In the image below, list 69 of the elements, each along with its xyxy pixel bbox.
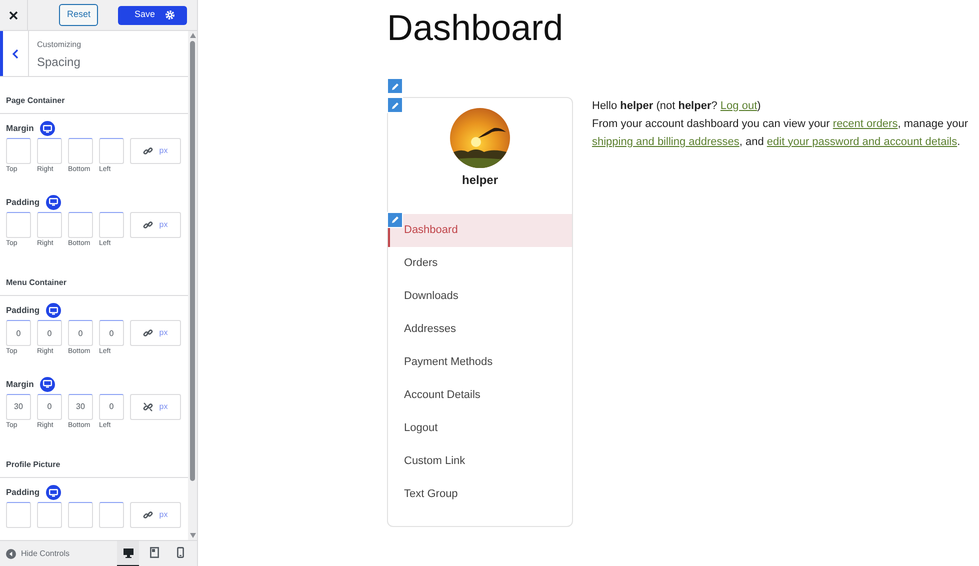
field-group-label: Padding [6, 304, 40, 317]
spacing-input[interactable]: 0 [6, 320, 31, 346]
reset-button[interactable]: Reset [58, 4, 98, 26]
menu-item[interactable]: Addresses [388, 312, 572, 346]
collapse-icon [6, 548, 16, 558]
field-group-label: Padding [6, 486, 40, 499]
device-toggle-icon[interactable] [46, 485, 61, 500]
paragraph-text: From your account dashboard you can view your recent orders, manage your shipping and billing addresses, and edit your password and account details. [592, 116, 970, 150]
device-toggle-icon[interactable] [40, 121, 55, 136]
spacing-input[interactable]: 0 [37, 320, 62, 346]
link-icon [143, 146, 154, 156]
edit-icon[interactable] [387, 78, 403, 94]
link-icon [143, 510, 154, 520]
link-icon [143, 328, 154, 338]
menu-item[interactable]: Custom Link [388, 444, 572, 478]
spacing-input[interactable]: 0 [68, 320, 93, 346]
text-link[interactable]: shipping and billing addresses [592, 136, 740, 148]
spacing-input[interactable]: 30 [68, 394, 93, 420]
gear-icon[interactable] [165, 10, 175, 20]
text-link[interactable]: Log out [720, 100, 758, 112]
field-group-label: Margin [6, 378, 34, 390]
paragraph-text: Hello helper (not helper? Log out) [592, 98, 762, 114]
menu-item[interactable]: Logout [388, 412, 572, 445]
link-icon [143, 220, 154, 230]
spacing-input[interactable] [99, 212, 124, 238]
scrollbar-thumb[interactable] [190, 41, 195, 481]
spacing-input[interactable] [99, 502, 124, 528]
text-link[interactable]: edit your password and account details [766, 136, 958, 148]
field-group-label: Margin [6, 122, 34, 135]
menu-item[interactable]: Downloads [388, 280, 572, 313]
scroll-up-icon[interactable] [190, 33, 196, 38]
spacing-input[interactable] [37, 138, 62, 164]
spacing-input[interactable] [6, 212, 31, 238]
edit-icon[interactable] [387, 97, 403, 113]
text-link[interactable]: recent orders [832, 118, 898, 130]
field-group-label: Padding [6, 196, 40, 208]
page-title: Dashboard [387, 8, 564, 48]
back-button[interactable] [0, 31, 29, 76]
menu-item[interactable]: Orders [388, 246, 572, 280]
scroll-down-icon[interactable] [190, 533, 196, 538]
menu-item[interactable]: Account Details [388, 378, 572, 412]
unlink-icon [143, 402, 154, 412]
spacing-input[interactable]: 0 [37, 394, 62, 420]
username: helper [460, 172, 499, 189]
device-toggle-icon[interactable] [46, 194, 61, 210]
device-toggle-icon[interactable] [46, 303, 61, 318]
spacing-input[interactable] [68, 212, 93, 238]
spacing-input[interactable]: 0 [99, 394, 124, 420]
device-toggle-icon[interactable] [40, 376, 55, 392]
menu-item[interactable]: Dashboard [388, 214, 572, 247]
close-icon [9, 11, 18, 20]
spacing-input[interactable] [99, 138, 124, 164]
menu-item[interactable]: Text Group [388, 478, 572, 511]
save-button[interactable]: Save [118, 6, 187, 24]
menu-item[interactable]: Payment Methods [388, 346, 572, 379]
spacing-input[interactable]: 0 [99, 320, 124, 346]
spacing-input[interactable] [37, 502, 62, 528]
breadcrumb-label: Customizing [37, 39, 82, 51]
panel-title: Spacing [37, 54, 82, 71]
spacing-input[interactable] [37, 212, 62, 238]
spacing-input[interactable] [68, 502, 93, 528]
desktop-icon[interactable] [117, 540, 139, 566]
hide-controls-button[interactable]: Hide Controls [6, 548, 70, 560]
spacing-input[interactable]: 30 [6, 394, 31, 420]
spacing-input[interactable] [6, 502, 31, 528]
chevron-left-icon [12, 49, 19, 60]
spacing-input[interactable] [6, 138, 31, 164]
edit-icon[interactable] [387, 212, 403, 228]
spacing-input[interactable] [68, 138, 93, 164]
